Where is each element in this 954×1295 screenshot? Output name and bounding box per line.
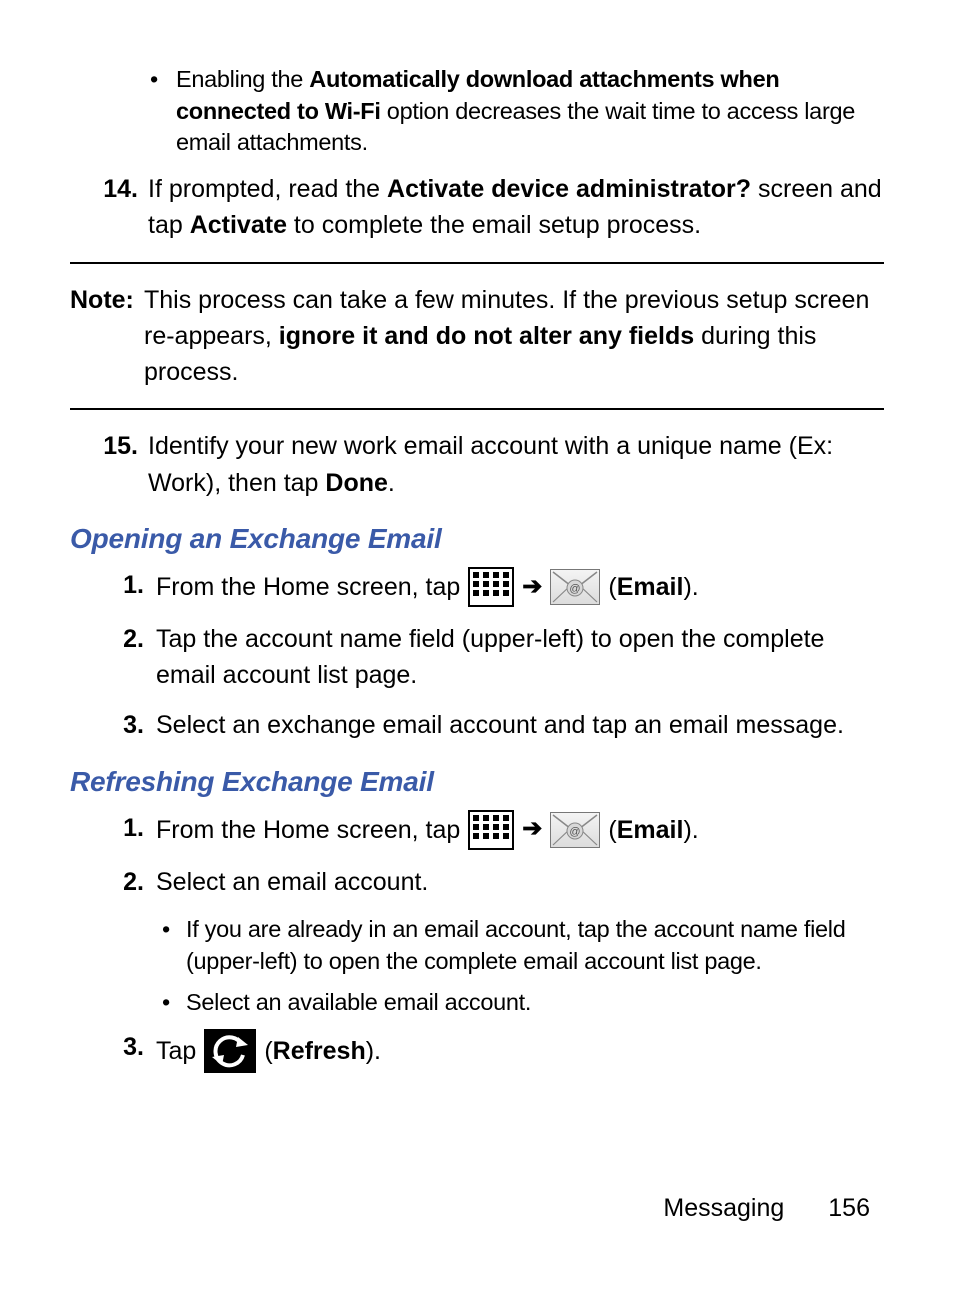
- step-text: Select an exchange email account and tap…: [156, 707, 884, 743]
- text-bold-fragment: Email: [617, 573, 684, 601]
- step-number: 14.: [94, 171, 148, 244]
- step-text: Identify your new work email account wit…: [148, 428, 884, 501]
- text-bold-fragment: Email: [617, 816, 684, 844]
- text-bold-fragment: Activate: [190, 211, 287, 239]
- text-bold-fragment: ignore it and do not alter any fields: [279, 322, 694, 350]
- refresh-step-2: 2. Select an email account.: [110, 864, 884, 900]
- refresh-step-1: 1. From the Home screen, tap ➔ @ (Email)…: [110, 810, 884, 850]
- text-fragment: If prompted, read the: [148, 175, 387, 203]
- step-number: 2.: [110, 621, 156, 694]
- svg-text:@: @: [570, 583, 581, 595]
- page-footer: Messaging 156: [663, 1194, 870, 1223]
- divider: [70, 262, 884, 264]
- text-fragment: (Email).: [608, 812, 698, 848]
- step-14: 14. If prompted, read the Activate devic…: [94, 171, 884, 244]
- bullet-marker: •: [162, 914, 186, 977]
- step-15: 15. Identify your new work email account…: [94, 428, 884, 501]
- note-text: This process can take a few minutes. If …: [144, 282, 884, 391]
- step-number: 1.: [110, 567, 156, 607]
- refresh-sub-bullet-1: • If you are already in an email account…: [162, 914, 884, 977]
- refresh-step-3: 3. Tap (Refresh).: [110, 1029, 884, 1073]
- step-text: From the Home screen, tap ➔ @ (Email).: [156, 810, 884, 850]
- paren: ).: [683, 573, 698, 601]
- step-number: 1.: [110, 810, 156, 850]
- note-label: Note:: [70, 282, 144, 391]
- text-fragment: Enabling the: [176, 66, 309, 92]
- bullet-text: Select an available email account.: [186, 987, 531, 1019]
- step-text: Tap (Refresh).: [156, 1029, 884, 1073]
- footer-page-number: 156: [828, 1194, 870, 1222]
- email-envelope-icon: @: [550, 812, 600, 848]
- bullet-text: If you are already in an email account, …: [186, 914, 884, 977]
- text-fragment: to complete the email setup process.: [287, 211, 701, 239]
- step-number: 15.: [94, 428, 148, 501]
- bullet-marker: •: [162, 987, 186, 1019]
- open-step-3: 3. Select an exchange email account and …: [110, 707, 884, 743]
- open-step-2: 2. Tap the account name field (upper-lef…: [110, 621, 884, 694]
- step-text: From the Home screen, tap ➔ @ (Email).: [156, 567, 884, 607]
- paren: ).: [683, 816, 698, 844]
- apps-grid-icon: [468, 810, 514, 850]
- text-fragment: .: [388, 469, 395, 497]
- step-number: 3.: [110, 707, 156, 743]
- arrow-right-icon: ➔: [522, 570, 542, 605]
- note-block: Note: This process can take a few minute…: [70, 282, 884, 391]
- text-fragment: From the Home screen, tap: [156, 569, 460, 605]
- text-bold-fragment: Activate device administrator?: [387, 175, 751, 203]
- text-fragment: (Email).: [608, 569, 698, 605]
- text-fragment: Identify your new work email account wit…: [148, 432, 833, 496]
- bullet-text: Enabling the Automatically download atta…: [176, 64, 884, 159]
- paren: (: [608, 573, 616, 601]
- paren: ).: [366, 1037, 381, 1065]
- footer-section: Messaging: [663, 1194, 784, 1222]
- text-fragment: (Refresh).: [264, 1033, 381, 1069]
- step-number: 2.: [110, 864, 156, 900]
- paren: (: [608, 816, 616, 844]
- step-text: If prompted, read the Activate device ad…: [148, 171, 884, 244]
- step-text: Tap the account name field (upper-left) …: [156, 621, 884, 694]
- heading-opening-exchange-email: Opening an Exchange Email: [70, 523, 884, 555]
- arrow-right-icon: ➔: [522, 812, 542, 847]
- step-number: 3.: [110, 1029, 156, 1073]
- paren: (: [264, 1037, 272, 1065]
- text-bold-fragment: Done: [325, 469, 388, 497]
- text-fragment: From the Home screen, tap: [156, 812, 460, 848]
- svg-text:@: @: [570, 826, 581, 838]
- bullet-auto-download: • Enabling the Automatically download at…: [150, 64, 884, 159]
- refresh-icon: [204, 1029, 256, 1073]
- open-step-1: 1. From the Home screen, tap ➔ @ (Email)…: [110, 567, 884, 607]
- refresh-sub-bullet-2: • Select an available email account.: [162, 987, 884, 1019]
- step-text: Select an email account.: [156, 864, 884, 900]
- email-envelope-icon: @: [550, 569, 600, 605]
- heading-refreshing-exchange-email: Refreshing Exchange Email: [70, 766, 884, 798]
- divider: [70, 408, 884, 410]
- text-fragment: Tap: [156, 1033, 196, 1069]
- text-bold-fragment: Refresh: [273, 1037, 366, 1065]
- apps-grid-icon: [468, 567, 514, 607]
- bullet-marker: •: [150, 64, 176, 159]
